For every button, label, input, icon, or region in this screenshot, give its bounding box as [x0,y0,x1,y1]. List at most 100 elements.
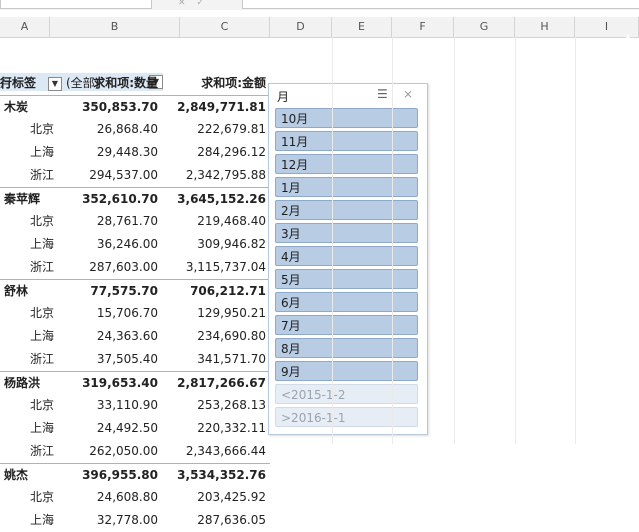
row-label: 上海 [30,145,55,159]
month-slicer[interactable]: 月 ☰ ⨯ 10月 11月 12月 1月 2月 3月 4月 5月 6月 7月 8月 9月 <2015-1… [268,83,428,435]
row-label: 北京 [30,122,55,136]
pivot-detail-row[interactable]: 北京 33,110.90 253,268.13 [0,394,270,417]
pivot-detail-row[interactable]: 北京 15,706.70 129,950.21 [0,302,270,325]
qty-cell: 32,778.00 [96,513,158,527]
row-label: 浙江 [30,352,55,366]
amt-cell: 3,645,152.26 [177,192,266,206]
column-header-d[interactable]: D [270,17,332,37]
row-label: 北京 [30,490,55,504]
amt-cell: 234,690.80 [197,329,266,343]
qty-cell: 29,448.30 [96,145,158,159]
slicer-item[interactable]: 8月 [275,338,418,358]
pivot-group-row[interactable]: 木炭 350,853.70 2,849,771.81 [0,95,270,119]
column-header-c[interactable]: C [180,17,270,37]
slicer-item[interactable]: 7月 [275,315,418,335]
slicer-item[interactable]: 3月 [275,223,418,243]
amt-cell: 2,849,771.81 [177,100,266,114]
column-header-a[interactable]: A [0,17,50,37]
pivot-detail-row[interactable]: 上海 32,778.00 287,636.05 [0,509,270,532]
amt-cell: 253,268.13 [197,398,266,412]
slicer-item[interactable]: 11月 [275,131,418,151]
slicer-item[interactable]: 10月 [275,108,418,128]
pivot-group-row[interactable]: 姚杰 396,955.80 3,534,352.76 [0,463,270,487]
qty-cell: 26,868.40 [96,122,158,136]
amt-cell: 2,342,795.88 [185,168,266,182]
slicer-item[interactable]: 5月 [275,269,418,289]
pivot-detail-row[interactable]: 上海 24,492.50 220,332.11 [0,417,270,440]
row-label: 舒林 [4,284,29,298]
row-label: 姚杰 [4,468,29,482]
qty-cell: 15,706.70 [96,306,158,320]
slicer-item[interactable]: >2016-1-1 [275,407,418,427]
qty-cell: 24,363.60 [96,329,158,343]
formula-input[interactable] [242,0,639,9]
row-label: 上海 [30,329,55,343]
pivot-group-row[interactable]: 舒林 77,575.70 706,212.71 [0,279,270,303]
slicer-item[interactable]: <2015-1-2 [275,384,418,404]
pivot-group-row[interactable]: 杨路洪 319,653.40 2,817,266.67 [0,371,270,395]
column-header-h[interactable]: H [515,17,575,37]
pivot-header-row: 行标签 ▼ 求和项:数量 求和项:金额 [0,72,270,96]
slicer-item[interactable]: 1月 [275,177,418,197]
grid-line [515,37,516,444]
slicer-item[interactable]: 2月 [275,200,418,220]
amt-cell: 309,946.82 [197,237,266,251]
sheet-grid: 月 (全部) ▼ 行标签 ▼ 求和项:数量 求和项:金额 木炭 350,853.7… [0,37,639,527]
pivot-detail-row[interactable]: 北京 26,868.40 222,679.81 [0,118,270,141]
row-label: 浙江 [30,444,55,458]
pivot-detail-row[interactable]: 浙江 262,050.00 2,343,666.44 [0,440,270,463]
row-label: 上海 [30,237,55,251]
dropdown-arrow-icon[interactable]: ▼ [48,77,62,91]
qty-cell: 77,575.70 [90,284,158,298]
column-header-e[interactable]: E [332,17,392,37]
row-label: 北京 [30,214,55,228]
slicer-item[interactable]: 4月 [275,246,418,266]
qty-cell: 37,505.40 [96,352,158,366]
pivot-detail-row[interactable]: 浙江 287,603.00 3,115,737.04 [0,256,270,279]
qty-cell: 287,603.00 [89,260,158,274]
column-header-b[interactable]: B [50,17,180,37]
amt-cell: 220,332.11 [197,421,266,435]
amt-cell: 2,817,266.67 [177,376,266,390]
row-labels-header: 行标签 [0,76,37,90]
pivot-group-row[interactable]: 秦苹辉 352,610.70 3,645,152.26 [0,187,270,211]
qty-cell: 24,492.50 [96,421,158,435]
slicer-item[interactable]: 6月 [275,292,418,312]
amt-cell: 3,534,352.76 [177,468,266,482]
name-box[interactable] [0,0,152,9]
row-label: 北京 [30,306,55,320]
slicer-item[interactable]: 9月 [275,361,418,381]
formula-buttons[interactable]: ✕ ✓ [178,0,208,8]
pivot-detail-row[interactable]: 北京 24,608.80 203,425.92 [0,486,270,509]
amt-cell: 203,425.92 [197,490,266,504]
column-header-g[interactable]: G [454,17,515,37]
pivot-detail-row[interactable]: 浙江 294,537.00 2,342,795.88 [0,164,270,187]
grid-line [392,37,393,444]
amt-cell: 706,212.71 [190,284,266,298]
qty-cell: 352,610.70 [82,192,158,206]
sum-amt-header: 求和项:金额 [201,76,266,90]
column-header-f[interactable]: F [392,17,454,37]
slicer-item[interactable]: 12月 [275,154,418,174]
mouse-cursor-icon [622,34,634,46]
formula-bar-strip: ✕ ✓ [0,0,639,10]
row-label: 浙江 [30,168,55,182]
row-label: 上海 [30,421,55,435]
amt-cell: 284,296.12 [197,145,266,159]
slicer-title: 月 [277,90,290,104]
qty-cell: 33,110.90 [96,398,158,412]
grid-line [454,37,455,444]
row-label: 浙江 [30,260,55,274]
pivot-detail-row[interactable]: 上海 24,363.60 234,690.80 [0,325,270,348]
amt-cell: 2,343,666.44 [185,444,266,458]
multi-select-icon[interactable]: ☰ [377,87,388,101]
clear-filter-icon[interactable]: ⨯ [403,87,413,101]
pivot-detail-row[interactable]: 上海 36,246.00 309,946.82 [0,233,270,256]
pivot-detail-row[interactable]: 北京 28,761.70 219,468.40 [0,210,270,233]
row-label: 木炭 [4,100,29,114]
pivot-detail-row[interactable]: 上海 29,448.30 284,296.12 [0,141,270,164]
qty-cell: 350,853.70 [82,100,158,114]
pivot-detail-row[interactable]: 浙江 37,505.40 341,571.70 [0,348,270,371]
amt-cell: 3,115,737.04 [185,260,266,274]
amt-cell: 341,571.70 [197,352,266,366]
